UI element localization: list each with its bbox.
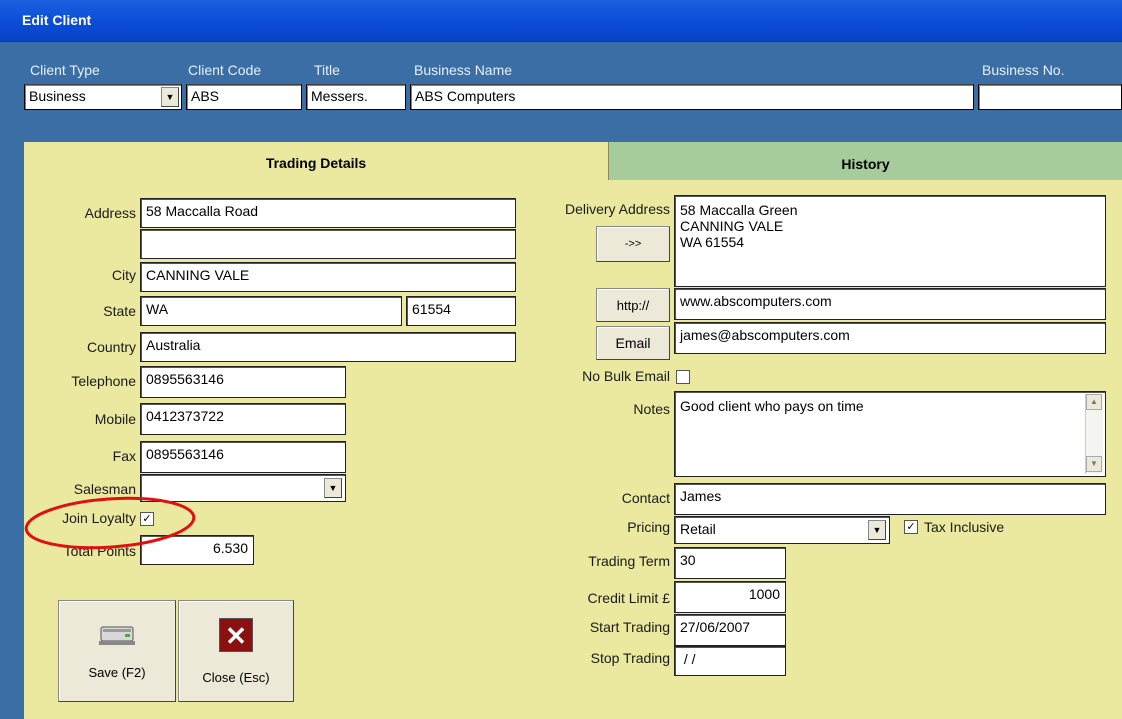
pricing-label: Pricing [627,519,670,535]
chevron-down-icon[interactable]: ▼ [161,87,179,107]
title-bar: Edit Client [0,0,1122,42]
city-field[interactable]: CANNING VALE [140,262,516,292]
address-label: Address [84,205,136,221]
email-field[interactable]: james@abscomputers.com [674,322,1106,354]
scroll-up-icon[interactable]: ▲ [1086,394,1102,410]
state-field[interactable]: WA [140,296,402,326]
state-label: State [103,303,136,319]
country-field[interactable]: Australia [140,332,516,362]
business-name-field[interactable]: ABS Computers [410,84,974,110]
notes-text: Good client who pays on time [680,398,864,414]
delivery-address-label: Delivery Address [564,201,670,217]
credit-limit-label: Credit Limit £ [587,590,670,606]
tax-inclusive-label: Tax Inclusive [924,519,1005,535]
window-title: Edit Client [22,12,92,28]
chevron-down-icon[interactable]: ▼ [324,478,342,498]
pricing-value: Retail [680,521,716,537]
client-type-value: Business [29,88,86,104]
client-code-label: Client Code [188,62,262,78]
chevron-down-icon[interactable]: ▼ [868,520,886,540]
delivery-address-field[interactable]: 58 Maccalla Green CANNING VALE WA 61554 [674,195,1106,287]
notes-scrollbar[interactable]: ▲ ▼ [1085,394,1103,474]
scroll-down-icon[interactable]: ▼ [1086,456,1102,472]
save-button[interactable]: Save (F2) [58,600,176,702]
close-x-icon: ✕ [219,617,253,652]
contact-label: Contact [621,490,670,506]
header-area [0,42,1122,122]
pricing-select[interactable]: Retail ▼ [674,516,890,544]
client-type-label: Client Type [30,62,100,78]
client-code-field[interactable]: ABS [186,84,302,110]
business-no-field[interactable] [978,84,1122,110]
city-label: City [111,267,136,283]
website-field[interactable]: www.abscomputers.com [674,288,1106,320]
http-button[interactable]: http:// [596,288,670,322]
contact-field[interactable]: James [674,483,1106,515]
annotation-ellipse [24,496,196,550]
no-bulk-email-label: No Bulk Email [582,368,670,384]
notes-field[interactable]: Good client who pays on time ▲ ▼ [674,391,1106,477]
no-bulk-email-checkbox[interactable] [676,370,690,384]
mobile-label: Mobile [94,411,136,427]
country-label: Country [86,339,136,355]
tab-history-label: History [841,156,890,172]
postcode-field[interactable]: 61554 [406,296,516,326]
start-trading-field[interactable]: 27/06/2007 [674,614,786,646]
title-label: Title [314,62,340,78]
title-field[interactable]: Messers. [306,84,406,110]
keyboard-icon [99,626,135,645]
close-button-label: Close (Esc) [202,669,270,685]
telephone-label: Telephone [71,373,136,389]
email-button[interactable]: Email [596,326,670,360]
fax-field[interactable]: 0895563146 [140,441,346,473]
start-trading-label: Start Trading [589,619,670,635]
tab-trading-details[interactable]: Trading Details [24,155,608,171]
copy-address-button[interactable]: ->> [596,226,670,262]
tab-history[interactable]: History [608,142,1122,180]
business-no-label: Business No. [982,62,1065,78]
save-button-label: Save (F2) [88,664,146,680]
stop-trading-label: Stop Trading [590,650,670,666]
trading-term-field[interactable]: 30 [674,547,786,579]
credit-limit-field[interactable]: 1000 [674,581,786,613]
client-type-select[interactable]: Business ▼ [24,84,182,110]
trading-term-label: Trading Term [588,553,670,569]
mobile-field[interactable]: 0412373722 [140,403,346,435]
fax-label: Fax [112,448,136,464]
address-line1-field[interactable]: 58 Maccalla Road [140,198,516,228]
close-button[interactable]: ✕ Close (Esc) [178,600,294,702]
notes-label: Notes [633,401,670,417]
business-name-label: Business Name [414,62,513,78]
stop-trading-field[interactable]: / / [674,646,786,676]
address-line2-field[interactable] [140,229,516,259]
tax-inclusive-checkbox[interactable]: ✓ [904,520,918,534]
telephone-field[interactable]: 0895563146 [140,366,346,398]
